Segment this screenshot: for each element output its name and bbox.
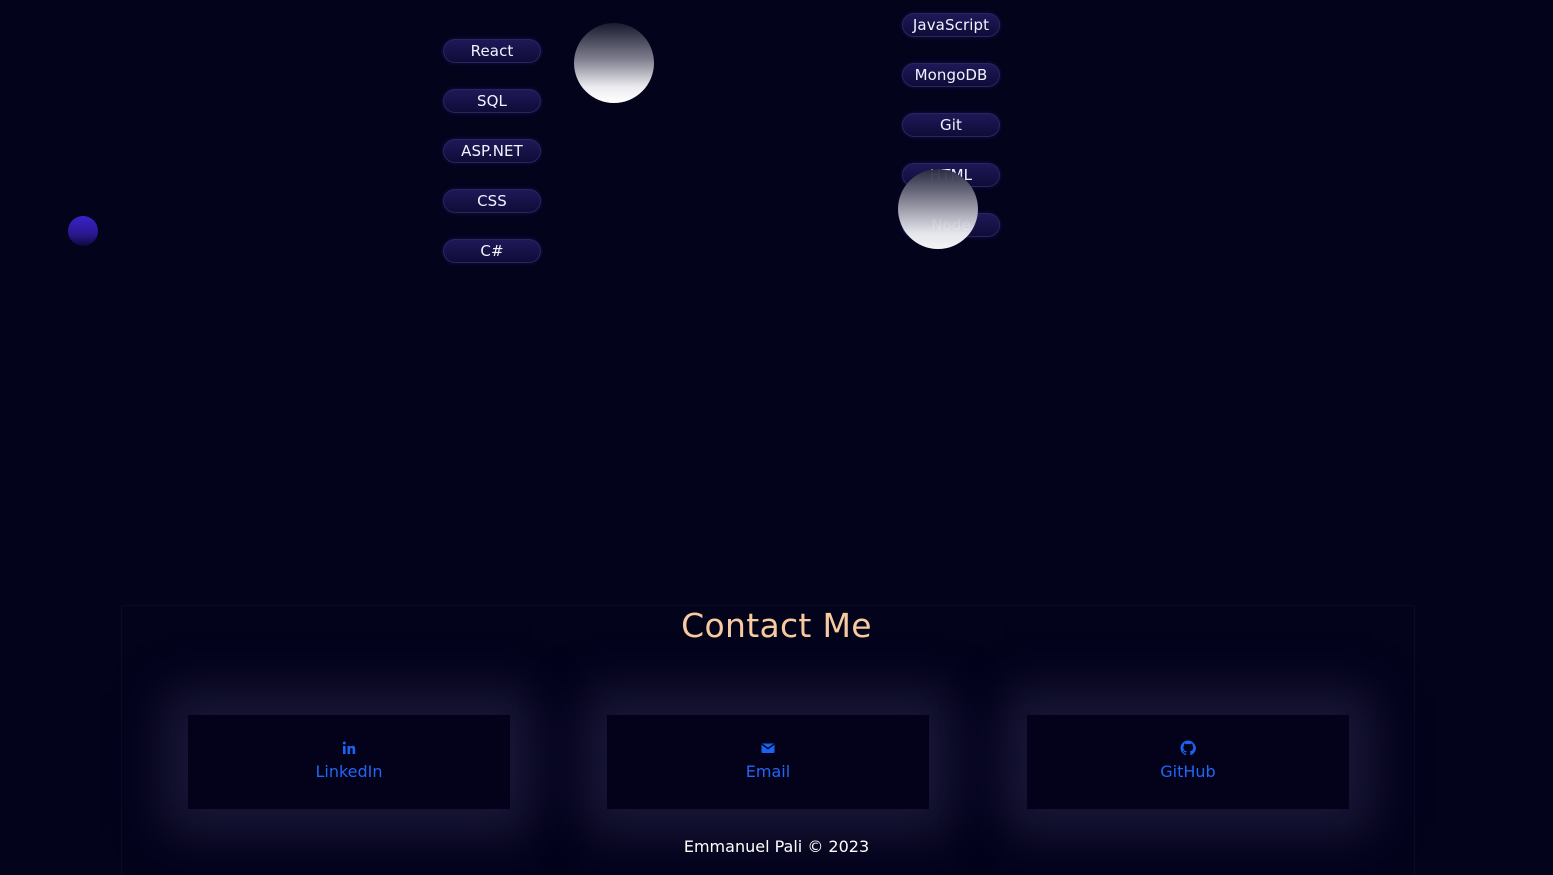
skill-chip-aspnet: ASP.NET xyxy=(443,139,541,163)
decorative-orb-white xyxy=(898,169,978,249)
page: React SQL ASP.NET CSS C# JavaScript Mong… xyxy=(0,0,1553,875)
decorative-orb-blue xyxy=(68,216,98,246)
skill-chip-javascript: JavaScript xyxy=(902,13,1000,37)
linkedin-link[interactable]: LinkedIn xyxy=(188,715,510,809)
skill-chip-react: React xyxy=(443,39,541,63)
github-link[interactable]: GitHub xyxy=(1027,715,1349,809)
skill-chip-csharp: C# xyxy=(443,239,541,263)
mail-icon xyxy=(760,740,776,756)
decorative-orb-white xyxy=(574,23,654,103)
linkedin-icon xyxy=(341,740,357,756)
skill-chip-css: CSS xyxy=(443,189,541,213)
github-label: GitHub xyxy=(1160,762,1216,781)
skill-chip-mongodb: MongoDB xyxy=(902,63,1000,87)
contact-title: Contact Me xyxy=(681,606,872,645)
skill-chip-sql: SQL xyxy=(443,89,541,113)
footer-copyright: Emmanuel Pali © 2023 xyxy=(683,837,870,856)
email-link[interactable]: Email xyxy=(607,715,929,809)
linkedin-label: LinkedIn xyxy=(315,762,383,781)
email-label: Email xyxy=(745,762,791,781)
github-icon xyxy=(1180,740,1196,756)
skill-chip-git: Git xyxy=(902,113,1000,137)
skills-column-left: React SQL ASP.NET CSS C# xyxy=(443,39,541,263)
